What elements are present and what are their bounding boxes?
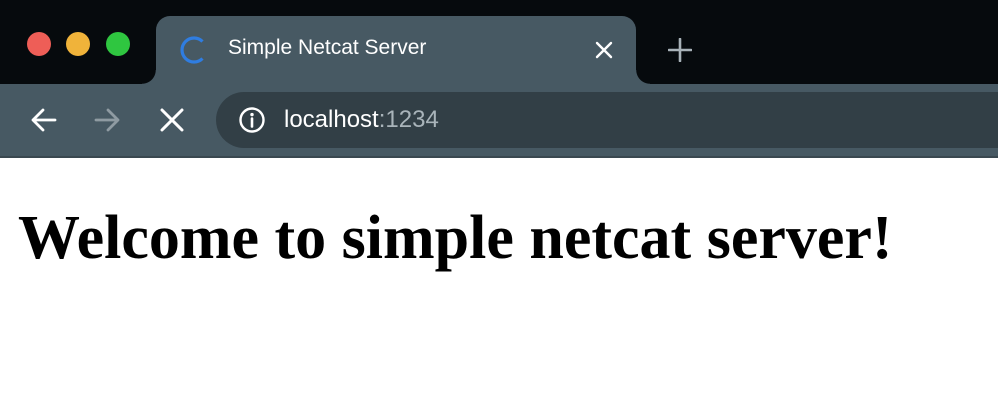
stop-loading-close-icon[interactable] [158,106,186,134]
url-port: :1234 [378,106,439,133]
window-minimize-button[interactable] [66,32,90,56]
tab-strip: Simple Netcat Server [0,0,998,84]
page-heading: Welcome to simple netcat server! [18,204,893,272]
window-zoom-button[interactable] [106,32,130,56]
browser-toolbar: localhost:1234 [0,84,998,156]
tab-close-icon[interactable] [594,40,614,60]
forward-arrow-icon[interactable] [93,106,121,134]
url-text[interactable]: localhost:1234 [284,106,439,134]
new-tab-plus-icon[interactable] [668,38,692,62]
back-arrow-icon[interactable] [30,106,58,134]
tab-title: Simple Netcat Server [228,36,427,59]
address-bar[interactable]: localhost:1234 [216,92,998,148]
toolbar-divider [0,156,998,158]
window-close-button[interactable] [27,32,51,56]
active-tab[interactable]: Simple Netcat Server [142,16,650,84]
info-circle-icon[interactable] [238,106,266,134]
url-host: localhost [284,106,379,133]
loading-spinner-icon [180,36,204,64]
